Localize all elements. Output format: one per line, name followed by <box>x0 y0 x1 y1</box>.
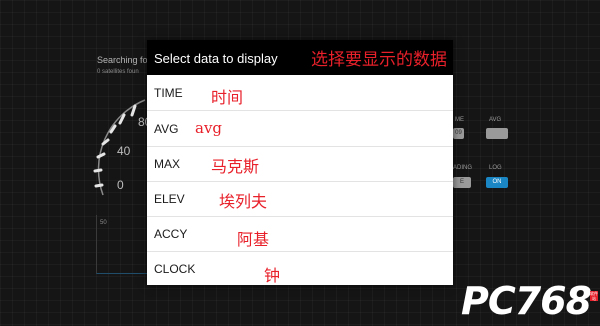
select-data-dialog: Select data to display 选择要显示的数据 TIME 时间 … <box>147 40 453 285</box>
gps-status-title: Searching for <box>97 55 151 65</box>
data-option-accy[interactable]: ACCY 阿基 <box>147 216 453 252</box>
dialog-header: Select data to display 选择要显示的数据 <box>147 40 453 75</box>
data-option-annotation: 钟 <box>264 266 281 285</box>
data-option-label: ELEV <box>154 192 185 206</box>
data-option-annotation: 阿基 <box>237 230 270 249</box>
speed-gauge: 80 40 0 <box>93 99 152 196</box>
data-option-label: MAX <box>154 157 181 171</box>
data-option-annotation: 埃列夫 <box>219 192 268 211</box>
gauge-tick-label: 0 <box>117 178 124 192</box>
data-option-label: AVG <box>154 122 179 136</box>
data-option-max[interactable]: MAX 马克斯 <box>147 146 453 182</box>
me-value-box[interactable]: 09 <box>453 128 464 139</box>
data-option-label: CLOCK <box>154 262 196 276</box>
dialog-title: Select data to display <box>154 51 278 66</box>
gauge-tick-label: 40 <box>117 144 131 158</box>
data-option-time[interactable]: TIME 时间 <box>147 75 453 111</box>
watermark-badge: 软件站 <box>590 291 598 301</box>
data-option-annotation: avg <box>195 119 223 137</box>
avg-value-box[interactable] <box>486 128 508 139</box>
log-toggle[interactable]: ON <box>486 177 508 188</box>
avg-label: AVG <box>489 117 502 123</box>
data-option-label: ACCY <box>154 227 188 241</box>
data-option-clock[interactable]: CLOCK 钟 <box>147 251 453 286</box>
data-option-elev[interactable]: ELEV 埃列夫 <box>147 181 453 217</box>
heading-value-box[interactable]: E <box>453 177 471 188</box>
log-label: LOG <box>489 165 502 171</box>
me-label: ME <box>455 117 464 123</box>
chart-axis-label: 50 <box>100 220 107 226</box>
satellite-count-text: 0 satellites foun <box>97 69 139 75</box>
data-option-annotation: 马克斯 <box>211 157 260 176</box>
data-option-label: TIME <box>154 86 183 100</box>
dialog-title-annotation: 选择要显示的数据 <box>311 50 447 70</box>
heading-label: ADING <box>453 165 473 171</box>
watermark-text: PC768 <box>461 279 592 323</box>
data-option-annotation: 时间 <box>211 88 244 107</box>
data-option-avg[interactable]: AVG avg <box>147 111 453 147</box>
